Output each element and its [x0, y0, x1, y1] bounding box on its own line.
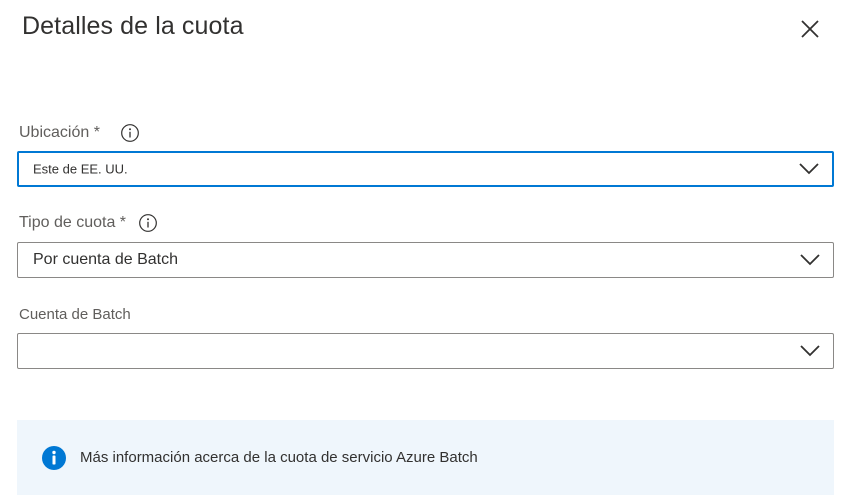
location-select[interactable]: Este de EE. UU.: [17, 151, 834, 187]
chevron-down-icon: [800, 345, 820, 357]
quota-type-label: Tipo de cuota *: [19, 214, 127, 231]
info-circle-icon: [42, 446, 66, 470]
batch-account-label-row: Cuenta de Batch: [19, 306, 131, 323]
location-select-value: Este de EE. UU.: [33, 161, 128, 177]
quota-details-panel: Detalles de la cuota Ubicación * Este de…: [0, 0, 845, 503]
batch-account-label: Cuenta de Batch: [19, 306, 131, 323]
info-message-bar: Más información acerca de la cuota de se…: [17, 420, 834, 495]
quota-type-label-row: Tipo de cuota *: [19, 213, 158, 233]
page-title: Detalles de la cuota: [22, 12, 244, 40]
batch-account-select[interactable]: [17, 333, 834, 369]
info-icon[interactable]: [138, 213, 158, 233]
location-label: Ubicación *: [19, 124, 100, 141]
info-icon[interactable]: [120, 123, 140, 143]
close-icon[interactable]: [796, 15, 824, 43]
chevron-down-icon: [800, 254, 820, 266]
quota-type-select[interactable]: Por cuenta de Batch: [17, 242, 834, 278]
quota-type-select-value: Por cuenta de Batch: [33, 251, 178, 268]
learn-more-link[interactable]: Más información acerca de la cuota de se…: [80, 449, 478, 466]
chevron-down-icon: [799, 163, 819, 175]
location-label-row: Ubicación *: [19, 123, 140, 143]
